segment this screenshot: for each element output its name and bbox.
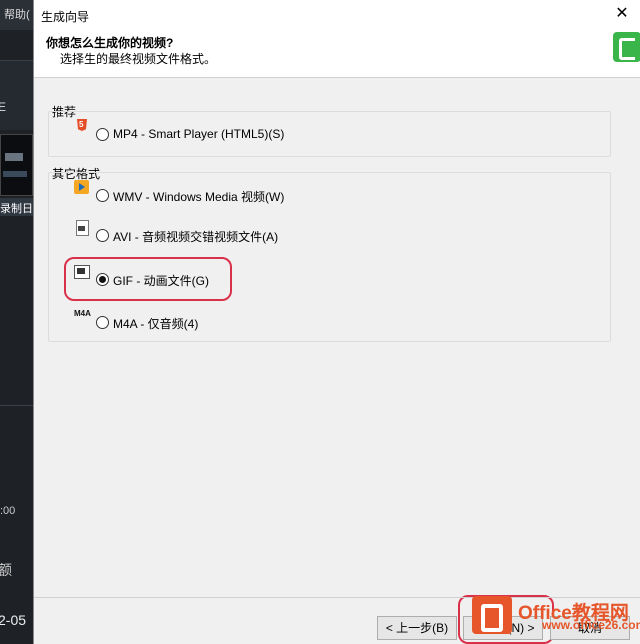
title-bar: 生成向导 ✕ <box>34 0 640 30</box>
bg-divider <box>0 405 33 406</box>
watermark-url: www.office26.com <box>542 618 640 632</box>
bg-menu-help: 帮助( <box>0 0 33 30</box>
bg-thumbnail <box>0 134 33 196</box>
close-icon[interactable]: ✕ <box>611 3 633 25</box>
bg-recording-label: 录制日 <box>0 198 33 216</box>
m4a-icon: M4A <box>74 309 91 318</box>
back-button[interactable]: < 上一步(B) <box>377 616 457 640</box>
highlight-gif-option <box>64 257 232 301</box>
bg-bottom-text: 额 <box>0 562 12 578</box>
html5-icon <box>74 119 90 133</box>
avi-icon <box>74 220 90 236</box>
avi-radio[interactable] <box>96 229 109 242</box>
header-subtitle: 选择生的最终视频文件格式。 <box>60 52 217 66</box>
production-wizard-dialog: 生成向导 ✕ 你想怎么生成你的视频? 选择生的最终视频文件格式。 推荐 MP4 … <box>33 0 640 644</box>
mp4-label: MP4 - Smart Player (HTML5)(S) <box>113 127 285 141</box>
m4a-label: M4A - 仅音频(4) <box>113 317 199 331</box>
background-app: 帮助( E 录制日 :00 额 2-05 <box>0 0 33 644</box>
bg-time-text: :00 <box>0 505 16 517</box>
wmv-icon <box>74 180 90 194</box>
watermark: Office教程网 www.office26.com <box>446 596 640 644</box>
header-title: 你想怎么生成你的视频? <box>46 36 174 50</box>
bg-side-text: E <box>0 100 7 114</box>
camtasia-logo-icon <box>613 32 640 62</box>
m4a-radio[interactable] <box>96 316 109 329</box>
mp4-radio[interactable] <box>96 128 109 141</box>
bg-date-text: 2-05 <box>0 612 27 628</box>
bg-panel <box>0 60 33 130</box>
office-logo-icon <box>472 596 512 634</box>
wmv-radio[interactable] <box>96 189 109 202</box>
wizard-header: 你想怎么生成你的视频? 选择生的最终视频文件格式。 <box>34 30 640 78</box>
avi-label: AVI - 音频视频交错视频文件(A) <box>113 230 279 244</box>
dialog-title: 生成向导 <box>41 10 90 24</box>
wmv-label: WMV - Windows Media 视频(W) <box>113 190 285 204</box>
